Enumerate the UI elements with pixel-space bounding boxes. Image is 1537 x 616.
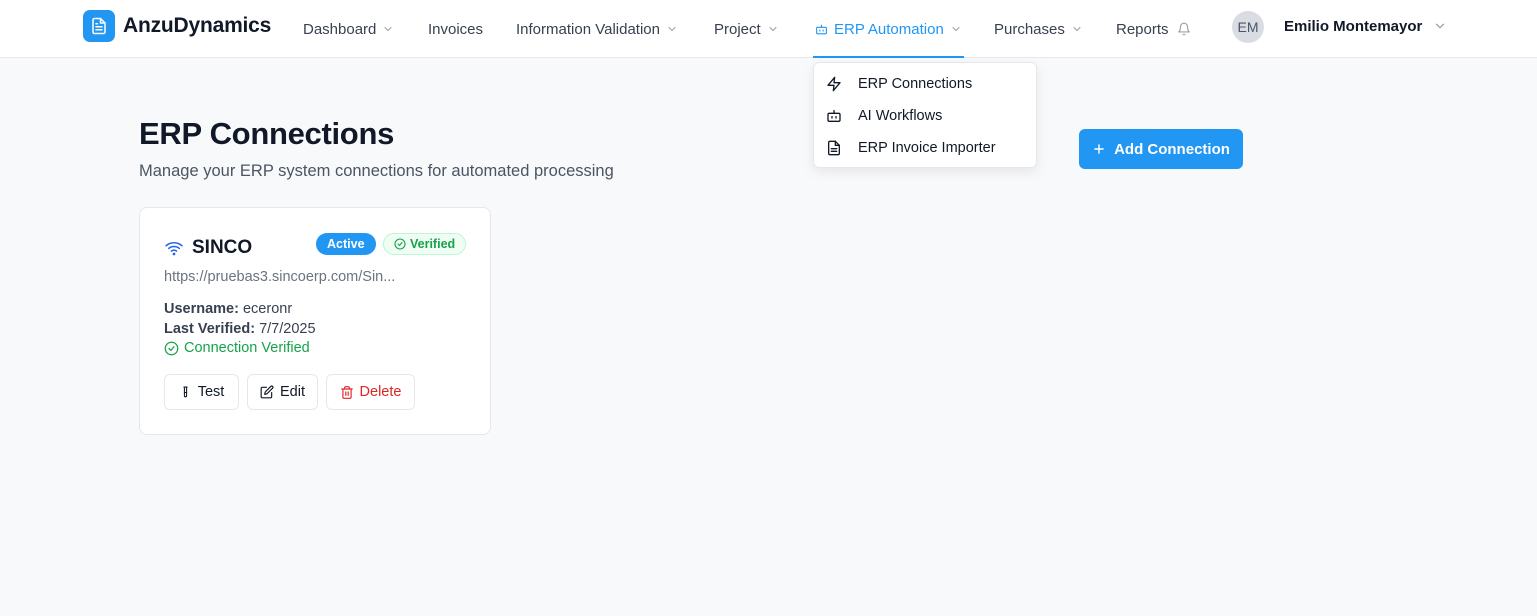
file-text-icon	[826, 140, 846, 156]
page-subtitle: Manage your ERP system connections for a…	[139, 162, 614, 180]
document-icon	[83, 10, 115, 42]
check-circle-icon	[394, 238, 406, 250]
nav-erp-automation[interactable]: ERP Automation	[813, 0, 964, 58]
nav-dashboard[interactable]: Dashboard	[303, 0, 394, 58]
erp-automation-dropdown: ERP Connections AI Workflows ERP Invoice…	[813, 62, 1037, 168]
wifi-icon	[164, 239, 184, 257]
chevron-down-icon[interactable]	[1433, 19, 1447, 33]
bot-icon	[815, 23, 828, 36]
brand[interactable]: AnzuDynamics	[83, 10, 271, 42]
status-badge: Active	[316, 233, 376, 255]
user-name[interactable]: Emilio Montemayor	[1284, 18, 1422, 35]
test-button[interactable]: Test	[164, 374, 239, 410]
nav-dashboard-label: Dashboard	[303, 20, 377, 38]
delete-button-label: Delete	[359, 384, 402, 400]
menu-item-label: ERP Invoice Importer	[858, 140, 996, 156]
username-row: Username: eceronr	[164, 301, 292, 317]
chevron-down-icon	[767, 23, 779, 35]
check-circle-icon	[164, 341, 179, 356]
top-navbar: AnzuDynamics Dashboard Invoices Informat…	[0, 0, 1537, 58]
nav-reports[interactable]: Reports	[1116, 0, 1191, 58]
nav-invoices[interactable]: Invoices	[428, 0, 483, 58]
menu-item-erp-connections[interactable]: ERP Connections	[826, 72, 972, 96]
last-verified-row: Last Verified: 7/7/2025	[164, 321, 316, 337]
test-button-label: Test	[197, 384, 225, 400]
chevron-down-icon	[950, 23, 962, 35]
nav-information-validation[interactable]: Information Validation	[516, 0, 678, 58]
nav-project-label: Project	[714, 20, 761, 38]
menu-item-label: AI Workflows	[858, 108, 943, 124]
bell-icon[interactable]	[1177, 22, 1191, 36]
menu-item-label: ERP Connections	[858, 76, 973, 92]
menu-item-ai-workflows[interactable]: AI Workflows	[826, 104, 942, 128]
add-connection-label: Add Connection	[1114, 140, 1230, 158]
plus-icon	[1092, 142, 1106, 156]
connection-status: Connection Verified	[164, 340, 310, 356]
add-connection-button[interactable]: Add Connection	[1079, 129, 1243, 169]
connection-status-label: Connection Verified	[184, 340, 310, 356]
last-verified-label: Last Verified:	[164, 321, 256, 337]
nav-invoices-label: Invoices	[428, 20, 484, 38]
connection-name: SINCO	[192, 237, 253, 258]
connection-title: SINCO	[164, 237, 252, 259]
zap-icon	[826, 76, 846, 92]
username-label: Username:	[164, 301, 239, 317]
edit-icon	[260, 385, 274, 399]
connection-url: https://pruebas3.sincoerp.com/Sin...	[164, 269, 396, 285]
brand-name: AnzuDynamics	[123, 14, 272, 37]
nav-project[interactable]: Project	[714, 0, 779, 58]
username-value: eceronr	[242, 301, 293, 317]
nav-purchases[interactable]: Purchases	[994, 0, 1083, 58]
trash-icon	[340, 385, 354, 400]
chevron-down-icon	[1071, 23, 1083, 35]
verified-badge-label: Verified	[410, 237, 456, 251]
bot-icon	[826, 108, 846, 124]
nav-reports-label: Reports	[1116, 20, 1169, 38]
delete-button[interactable]: Delete	[326, 374, 415, 410]
menu-item-erp-invoice-importer[interactable]: ERP Invoice Importer	[826, 136, 996, 160]
page-title: ERP Connections	[139, 116, 395, 151]
nav-information-validation-label: Information Validation	[516, 20, 660, 38]
chevron-down-icon	[382, 23, 394, 35]
last-verified-value: 7/7/2025	[259, 321, 316, 337]
nav-erp-automation-label: ERP Automation	[834, 20, 944, 38]
test-tube-icon	[179, 385, 192, 400]
verified-badge: Verified	[383, 233, 467, 255]
chevron-down-icon	[666, 23, 678, 35]
nav-purchases-label: Purchases	[994, 20, 1065, 38]
avatar[interactable]: EM	[1232, 11, 1264, 43]
connection-card: SINCO Active Verified https://pruebas3.s…	[139, 207, 491, 435]
edit-button-label: Edit	[280, 384, 305, 400]
edit-button[interactable]: Edit	[247, 374, 318, 410]
